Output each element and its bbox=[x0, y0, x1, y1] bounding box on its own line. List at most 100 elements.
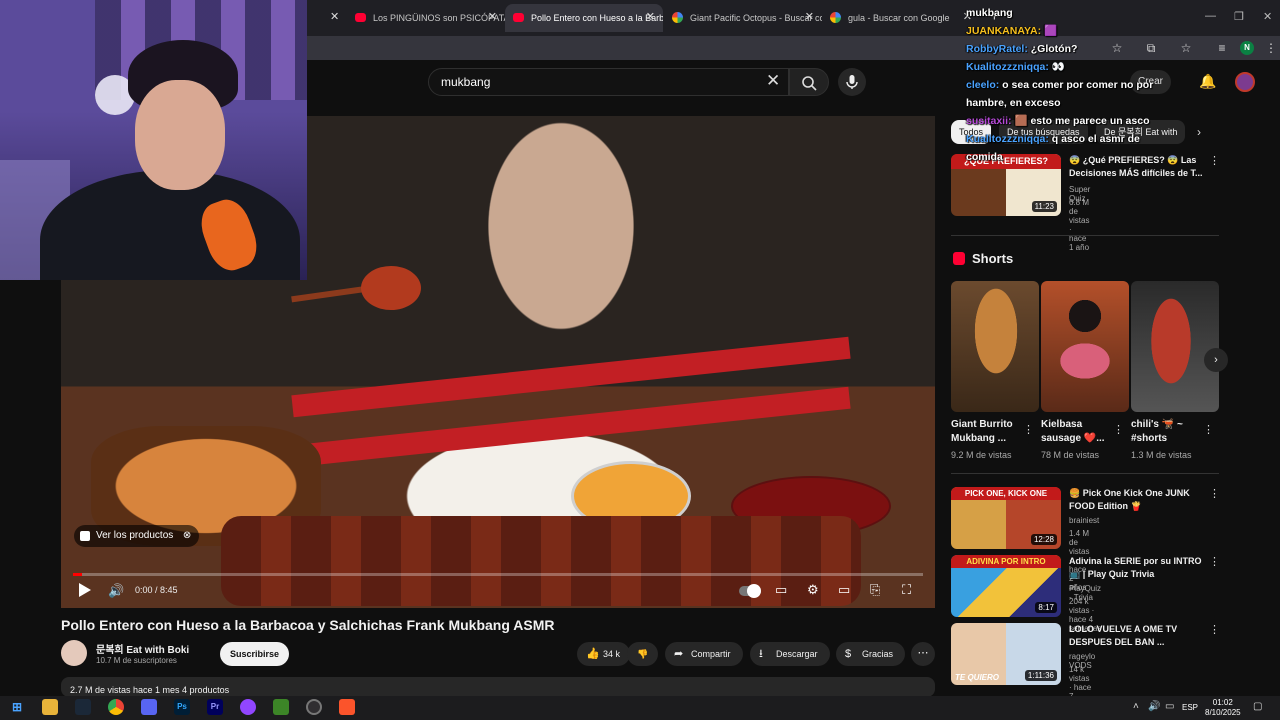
search-input[interactable]: mukbang bbox=[428, 68, 789, 96]
like-button[interactable]: 👍 34 k bbox=[577, 642, 631, 666]
chat-username: RobbyRatel: bbox=[966, 43, 1028, 55]
close-tab-icon[interactable]: ✕ bbox=[488, 10, 497, 23]
shorts-heading: Shorts bbox=[972, 251, 1014, 266]
short-card[interactable]: Giant Burrito Mukbang ... 9.2 M de vista… bbox=[951, 281, 1039, 460]
voice-search-button[interactable] bbox=[838, 68, 866, 96]
chat-username: cleelo: bbox=[966, 79, 1000, 91]
share-button[interactable]: ➦ Compartir bbox=[665, 642, 743, 666]
file-explorer-icon[interactable] bbox=[42, 699, 58, 715]
chat-text: 🟪 bbox=[1041, 25, 1058, 37]
video-title[interactable]: Adivina la SERIE por su INTRO 📺 | Play Q… bbox=[1069, 555, 1203, 581]
cast-icon[interactable]: ⎘ bbox=[870, 582, 880, 598]
short-title[interactable]: Kielbasa sausage ❤️... bbox=[1041, 418, 1111, 446]
dislike-button[interactable]: 👎 bbox=[627, 642, 659, 666]
photoshop-icon[interactable]: Ps bbox=[174, 699, 190, 715]
chat-message: RobbyRatel: ¿Glotón? bbox=[966, 40, 1182, 58]
short-views: 9.2 M de vistas bbox=[951, 450, 1012, 460]
browser-tab[interactable]: Giant Pacific Octopus - Buscar con Googl… bbox=[664, 4, 822, 32]
play-icon[interactable] bbox=[79, 583, 91, 597]
progress-bar[interactable] bbox=[73, 573, 923, 576]
share-icon: ➦ bbox=[674, 648, 684, 660]
language-indicator[interactable]: ESP bbox=[1182, 703, 1198, 712]
more-options-icon[interactable]: ⋮ bbox=[1209, 487, 1220, 500]
obs-icon[interactable] bbox=[306, 699, 322, 715]
download-button[interactable]: ⭳ Descargar bbox=[750, 642, 830, 666]
short-thumbnail[interactable] bbox=[951, 281, 1039, 412]
search-button[interactable] bbox=[789, 68, 829, 96]
video-duration: 1:11:36 bbox=[1024, 670, 1057, 681]
discord-icon[interactable] bbox=[141, 699, 157, 715]
twitch-app-icon[interactable] bbox=[240, 699, 256, 715]
subtitles-icon[interactable]: ▭ bbox=[775, 582, 787, 598]
search-icon bbox=[802, 76, 817, 91]
channel-name[interactable]: 문복희 Eat with Boki bbox=[96, 641, 189, 656]
browser-tab[interactable]: gula - Buscar con Google ✕ bbox=[822, 4, 980, 32]
account-avatar[interactable] bbox=[1235, 72, 1255, 92]
short-title[interactable]: chili's 🫕 ~ #shorts bbox=[1131, 418, 1201, 446]
notifications-bell-icon[interactable]: 🔔 bbox=[1199, 73, 1216, 90]
close-tab-icon[interactable]: ✕ bbox=[330, 10, 339, 23]
divider bbox=[951, 473, 1219, 474]
close-tab-icon[interactable]: ✕ bbox=[805, 10, 814, 23]
more-options-icon[interactable]: ⋮ bbox=[1023, 423, 1034, 436]
premiere-icon[interactable]: Pr bbox=[207, 699, 223, 715]
chrome-icon[interactable] bbox=[108, 699, 124, 715]
brave-icon[interactable] bbox=[339, 699, 355, 715]
short-card[interactable]: Kielbasa sausage ❤️... 78 M de vistas ⋮ bbox=[1041, 281, 1129, 460]
chat-username: Kualitozzzniqqa: bbox=[966, 133, 1049, 145]
short-thumbnail[interactable] bbox=[1041, 281, 1129, 412]
more-actions-button[interactable]: ⋯ bbox=[911, 642, 935, 666]
download-icon: ⭳ bbox=[759, 648, 763, 660]
description-box[interactable]: 2.7 M de vistas hace 1 mes 4 productos bbox=[61, 677, 935, 697]
subscribe-button[interactable]: Suscribirse bbox=[220, 642, 289, 666]
settings-gear-icon[interactable]: ⚙ bbox=[807, 582, 819, 598]
video-title[interactable]: LOLO VUELVE A OME TV DESPUES DEL BAN ... bbox=[1069, 623, 1203, 649]
video-duration: 11:23 bbox=[1031, 201, 1057, 212]
network-icon[interactable]: ▭ bbox=[1165, 701, 1174, 712]
volume-icon[interactable]: 🔊 bbox=[108, 583, 124, 599]
short-thumbnail[interactable] bbox=[1131, 281, 1219, 412]
thumbs-up-icon: 👍 bbox=[586, 648, 600, 660]
profile-avatar[interactable]: N bbox=[1240, 41, 1254, 55]
channel-avatar[interactable] bbox=[61, 640, 87, 666]
video-thumbnail[interactable]: ADIVINA POR INTRO 8:17 bbox=[951, 555, 1061, 617]
minimize-icon[interactable]: — bbox=[1205, 10, 1216, 22]
windows-start-icon[interactable]: ⊞ bbox=[9, 699, 25, 715]
clock[interactable]: 01:02 8/10/2025 bbox=[1205, 698, 1241, 718]
chevron-right-icon[interactable]: › bbox=[1197, 125, 1201, 139]
video-title[interactable]: 🍔 Pick One Kick One JUNK FOOD Edition 🍟 bbox=[1069, 487, 1203, 513]
restore-icon[interactable]: ❐ bbox=[1234, 10, 1244, 23]
thanks-button[interactable]: $ Gracias bbox=[836, 642, 906, 666]
browser-tab-active[interactable]: Pollo Entero con Hueso a la Barbacoa ✕ bbox=[505, 4, 663, 32]
chat-message: Kualitozzzniqqa: q asco el asmr de bbox=[966, 130, 1182, 148]
video-thumbnail[interactable]: PICK ONE, KICK ONE 12:28 bbox=[951, 487, 1061, 549]
view-products-button[interactable]: Ver los productos ⊗ bbox=[74, 525, 200, 547]
close-window-icon[interactable]: ✕ bbox=[1263, 10, 1272, 23]
more-options-icon[interactable]: ⋮ bbox=[1203, 423, 1214, 436]
short-card[interactable]: chili's 🫕 ~ #shorts 1.3 M de vistas ⋮ bbox=[1131, 281, 1219, 460]
more-options-icon[interactable]: ⋮ bbox=[1113, 423, 1124, 436]
close-tab-icon[interactable]: ✕ bbox=[646, 10, 655, 23]
subscriber-count: 10.7 M de suscriptores bbox=[96, 656, 177, 665]
more-options-icon[interactable]: ⋮ bbox=[1209, 555, 1220, 568]
more-options-icon[interactable]: ⋮ bbox=[1209, 154, 1220, 167]
notification-center-icon[interactable]: ▢ bbox=[1253, 701, 1262, 712]
short-title[interactable]: Giant Burrito Mukbang ... bbox=[951, 418, 1021, 446]
menu-icon[interactable]: ⋮ bbox=[1263, 40, 1279, 56]
close-icon[interactable]: ⊗ bbox=[183, 525, 191, 547]
browser-tab[interactable]: Los PINGÜINOS son PSICÓPATAS ✕ bbox=[347, 4, 505, 32]
steam-icon[interactable] bbox=[75, 699, 91, 715]
autoplay-toggle[interactable] bbox=[739, 584, 761, 598]
chevron-up-icon[interactable]: ˄ bbox=[1133, 701, 1139, 712]
fullscreen-icon[interactable]: ⛶ bbox=[902, 582, 911, 598]
theater-mode-icon[interactable]: ▭ bbox=[838, 582, 850, 598]
minecraft-icon[interactable] bbox=[273, 699, 289, 715]
short-views: 78 M de vistas bbox=[1041, 450, 1100, 460]
video-thumbnail[interactable]: TE QUIERO 1:11:36 bbox=[951, 623, 1061, 685]
channel-name[interactable]: brainiest bbox=[1069, 516, 1099, 525]
clear-search-icon[interactable]: ✕ bbox=[766, 71, 780, 91]
media-control-icon[interactable]: ≡ bbox=[1214, 40, 1230, 56]
chevron-right-icon[interactable]: › bbox=[1204, 348, 1228, 372]
volume-icon[interactable]: 🔊 bbox=[1148, 701, 1160, 712]
more-options-icon[interactable]: ⋮ bbox=[1209, 623, 1220, 636]
